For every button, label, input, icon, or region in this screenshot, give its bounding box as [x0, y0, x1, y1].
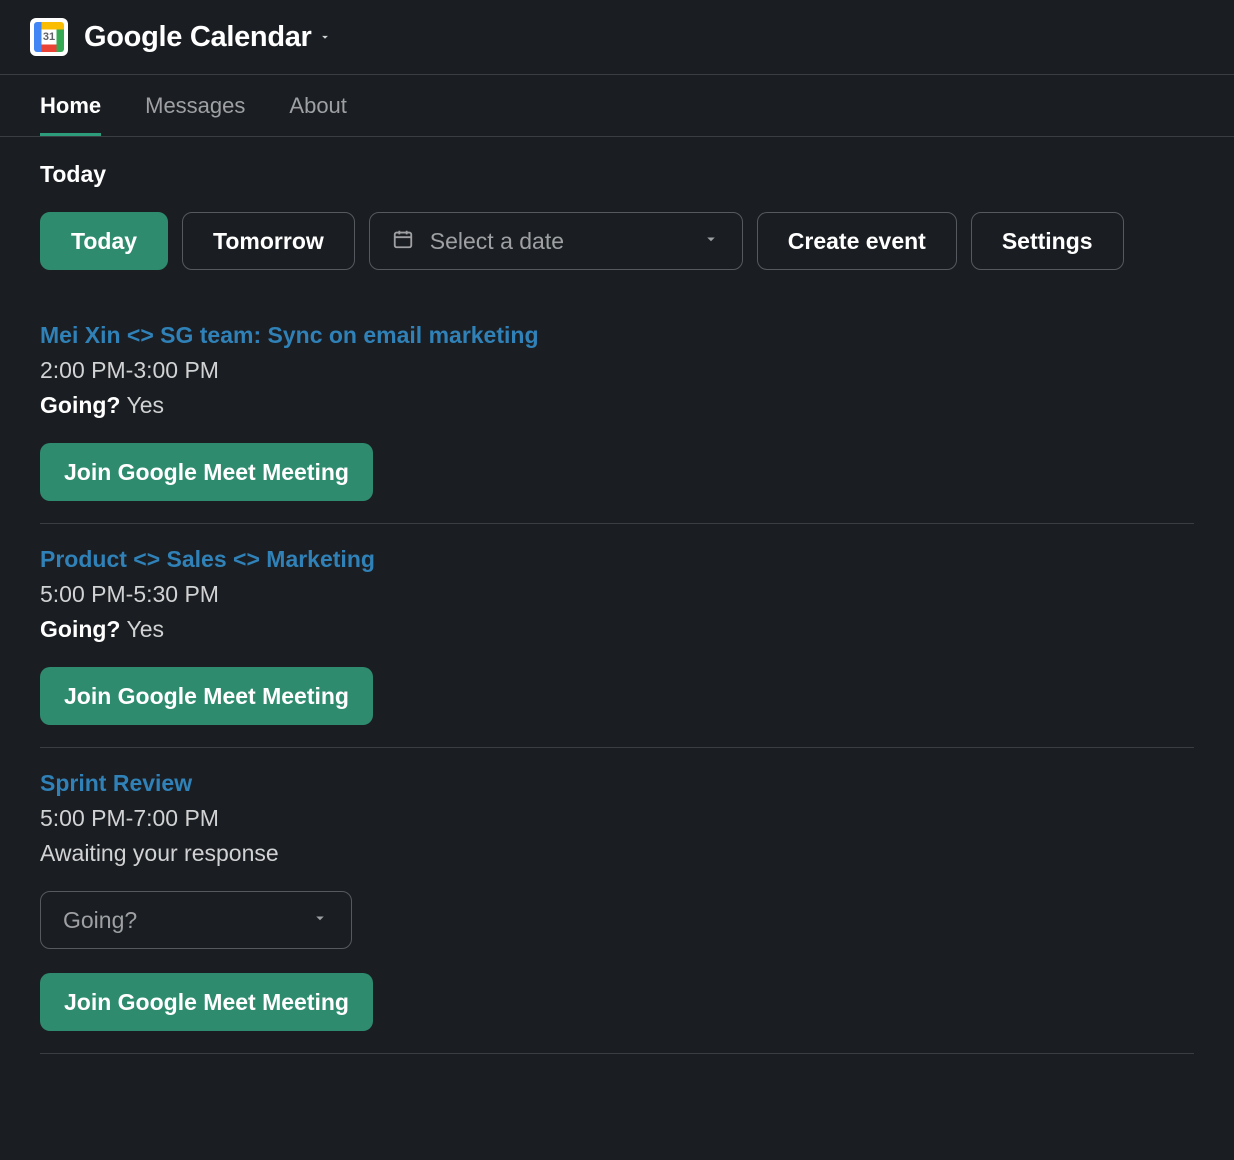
chevron-down-icon — [702, 230, 720, 253]
event-title-link[interactable]: Mei Xin <> SG team: Sync on email market… — [40, 322, 1194, 349]
going-select-placeholder: Going? — [63, 907, 137, 934]
toolbar: Today Tomorrow Select a date Create even… — [40, 212, 1194, 270]
going-answer: Yes — [126, 392, 164, 418]
google-calendar-app-icon: 31 — [30, 18, 68, 56]
create-event-button[interactable]: Create event — [757, 212, 957, 270]
date-select-placeholder: Select a date — [430, 228, 564, 255]
tab-about[interactable]: About — [289, 75, 347, 136]
event-time: 2:00 PM-3:00 PM — [40, 357, 1194, 384]
app-title: Google Calendar — [84, 21, 312, 54]
content-area: Today Today Tomorrow Select a date Creat… — [0, 137, 1234, 1078]
section-title: Today — [40, 161, 1194, 188]
calendar-icon — [392, 228, 414, 255]
event-item: Mei Xin <> SG team: Sync on email market… — [40, 300, 1194, 524]
event-status: Going? Yes — [40, 616, 1194, 643]
event-item: Product <> Sales <> Marketing 5:00 PM-5:… — [40, 524, 1194, 748]
going-label: Going? — [40, 616, 120, 642]
join-meet-button[interactable]: Join Google Meet Meeting — [40, 443, 373, 501]
today-button[interactable]: Today — [40, 212, 168, 270]
going-label: Going? — [40, 392, 120, 418]
join-meet-button[interactable]: Join Google Meet Meeting — [40, 667, 373, 725]
going-answer: Yes — [126, 616, 164, 642]
event-status: Going? Yes — [40, 392, 1194, 419]
event-title-link[interactable]: Product <> Sales <> Marketing — [40, 546, 1194, 573]
event-item: Sprint Review 5:00 PM-7:00 PM Awaiting y… — [40, 748, 1194, 1054]
chevron-down-icon — [318, 30, 332, 44]
going-select[interactable]: Going? — [40, 891, 352, 949]
tomorrow-button[interactable]: Tomorrow — [182, 212, 355, 270]
join-meet-button[interactable]: Join Google Meet Meeting — [40, 973, 373, 1031]
chevron-down-icon — [311, 909, 329, 932]
settings-button[interactable]: Settings — [971, 212, 1124, 270]
app-title-dropdown[interactable]: Google Calendar — [84, 21, 332, 54]
date-select[interactable]: Select a date — [369, 212, 743, 270]
event-title-link[interactable]: Sprint Review — [40, 770, 1194, 797]
tab-home[interactable]: Home — [40, 75, 101, 136]
app-header: 31 Google Calendar — [0, 0, 1234, 74]
calendar-day-number: 31 — [43, 31, 55, 43]
event-time: 5:00 PM-7:00 PM — [40, 805, 1194, 832]
tab-bar: Home Messages About — [0, 75, 1234, 137]
date-select-content: Select a date — [392, 228, 564, 255]
event-time: 5:00 PM-5:30 PM — [40, 581, 1194, 608]
tab-messages[interactable]: Messages — [145, 75, 245, 136]
event-status: Awaiting your response — [40, 840, 1194, 867]
